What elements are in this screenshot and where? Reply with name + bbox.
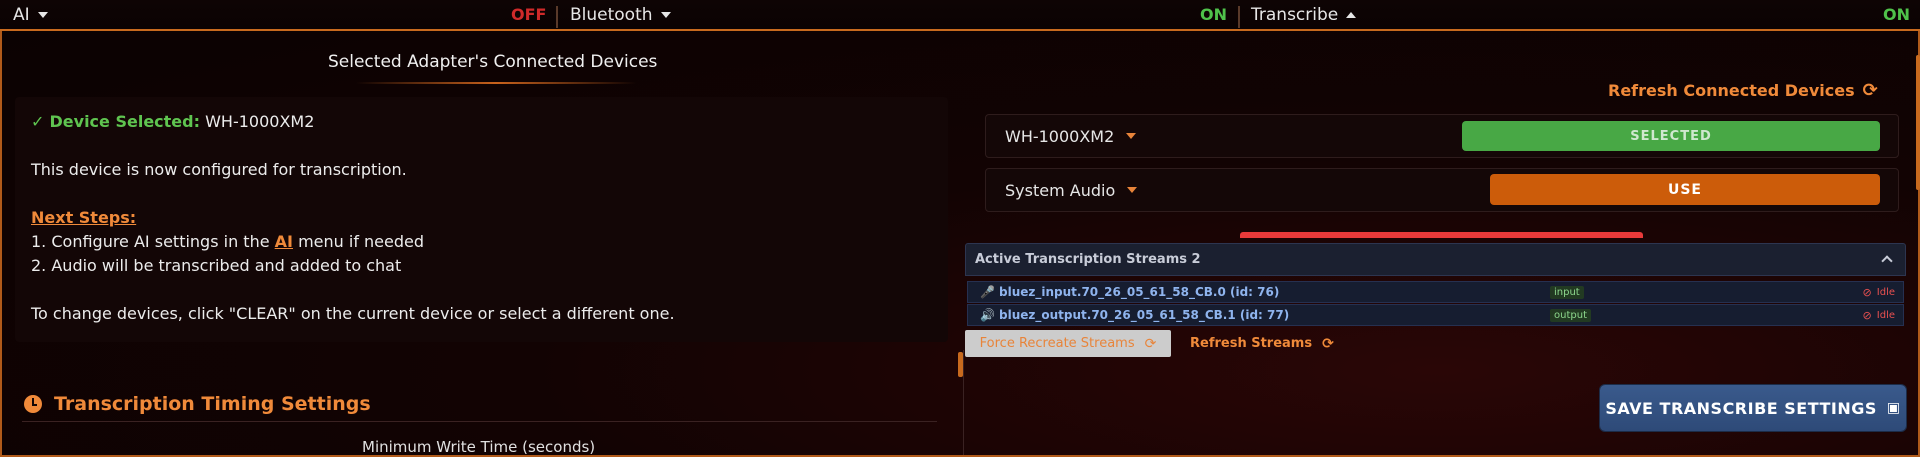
stream-row: 🔊 bluez_output.70_26_05_61_58_CB.1 (id: …	[967, 304, 1904, 326]
change-devices-text: To change devices, click "CLEAR" on the …	[31, 304, 675, 323]
chevron-down-icon	[660, 11, 671, 18]
device-selected-line: ✓ Device Selected: WH-1000XM2	[31, 112, 314, 131]
stream-status-label: Idle	[1876, 309, 1895, 321]
stream-name: bluez_input.70_26_05_61_58_CB.0 (id: 76)	[999, 285, 1280, 299]
idle-icon: ⊘	[1862, 285, 1872, 299]
ai-status: OFF	[511, 5, 547, 24]
refresh-devices-label: Refresh Connected Devices	[1608, 81, 1855, 100]
device-name: WH-1000XM2	[1005, 126, 1115, 146]
refresh-icon: ⟳	[1322, 335, 1334, 352]
device-row: WH-1000XM2 SELECTED	[985, 114, 1899, 158]
bluetooth-menu-label: Bluetooth	[570, 4, 653, 25]
stream-status: ⊘ Idle	[1863, 305, 1895, 325]
refresh-icon: ⟳	[1144, 335, 1157, 352]
chevron-down-icon	[1126, 133, 1137, 139]
force-recreate-streams-button[interactable]: Force Recreate Streams ⟳	[965, 330, 1171, 357]
idle-icon: ⊘	[1862, 308, 1872, 322]
save-label: SAVE TRANSCRIBE SETTINGS	[1605, 398, 1877, 418]
device-selected-value: WH-1000XM2	[205, 112, 315, 131]
chevron-up-icon	[1346, 11, 1357, 18]
microphone-icon: 🎤	[980, 285, 995, 299]
chevron-up-icon[interactable]	[1881, 255, 1893, 267]
transcribe-menu-toggle[interactable]: Transcribe	[1251, 0, 1357, 29]
timing-settings-header[interactable]: Transcription Timing Settings	[24, 393, 371, 415]
configured-text: This device is now configured for transc…	[31, 160, 407, 179]
stream-type-badge: output	[1550, 309, 1591, 322]
stream-status: ⊘ Idle	[1863, 282, 1895, 302]
stream-type-badge: input	[1550, 286, 1584, 299]
use-button[interactable]: USE	[1490, 174, 1880, 205]
device-dropdown[interactable]: System Audio	[1005, 169, 1138, 211]
force-recreate-label: Force Recreate Streams	[979, 336, 1135, 351]
clear-button-edge[interactable]	[1240, 232, 1643, 238]
save-icon: ▣	[1886, 400, 1901, 416]
speaker-icon: 🔊	[980, 308, 995, 322]
stream-status-label: Idle	[1876, 286, 1895, 298]
selected-button[interactable]: SELECTED	[1462, 121, 1880, 151]
divider	[22, 421, 937, 422]
device-selected-label: Device Selected:	[49, 112, 201, 131]
transcribe-menu-label: Transcribe	[1251, 4, 1339, 25]
refresh-streams-label: Refresh Streams	[1190, 336, 1313, 351]
ai-menu-link[interactable]: AI	[275, 232, 293, 251]
stream-row: 🎤 bluez_input.70_26_05_61_58_CB.0 (id: 7…	[967, 281, 1904, 303]
ai-menu-label: AI	[13, 4, 30, 25]
step-2: 2. Audio will be transcribed and added t…	[31, 256, 402, 275]
device-row: System Audio USE	[985, 168, 1899, 212]
refresh-connected-devices-button[interactable]: Refresh Connected Devices ⟳	[1608, 80, 1878, 101]
timing-settings-title: Transcription Timing Settings	[54, 393, 371, 415]
save-transcribe-settings-button[interactable]: SAVE TRANSCRIBE SETTINGS ▣	[1600, 385, 1906, 431]
divider	[1238, 6, 1240, 28]
step-1-prefix: 1. Configure AI settings in the	[31, 232, 275, 251]
chevron-down-icon	[37, 11, 48, 18]
section-title: Selected Adapter's Connected Devices	[328, 52, 658, 72]
scrollbar-thumb[interactable]	[958, 352, 963, 377]
active-streams-title: Active Transcription Streams 2	[975, 252, 1201, 267]
divider	[963, 350, 964, 455]
bluetooth-menu-toggle[interactable]: Bluetooth	[570, 0, 671, 29]
refresh-streams-button[interactable]: Refresh Streams ⟳	[1190, 330, 1334, 357]
device-dropdown[interactable]: WH-1000XM2	[1005, 115, 1137, 157]
divider	[556, 6, 558, 28]
chevron-down-icon	[1127, 187, 1138, 193]
next-steps-label: Next Steps:	[31, 208, 137, 227]
check-icon: ✓	[31, 112, 45, 131]
title-underline	[356, 82, 636, 84]
active-streams-header[interactable]: Active Transcription Streams 2	[965, 243, 1906, 276]
bluetooth-status: ON	[1200, 5, 1227, 24]
refresh-icon: ⟳	[1862, 80, 1878, 101]
device-name: System Audio	[1005, 180, 1116, 200]
min-write-time-label: Minimum Write Time (seconds)	[362, 438, 596, 456]
stream-name: bluez_output.70_26_05_61_58_CB.1 (id: 77…	[999, 308, 1290, 322]
transcribe-status: ON	[1883, 5, 1910, 24]
clock-icon	[24, 395, 42, 413]
scrollbar[interactable]	[1916, 55, 1920, 190]
ai-menu-toggle[interactable]: AI	[13, 0, 48, 29]
step-1: 1. Configure AI settings in the AI menu …	[31, 232, 424, 251]
step-1-suffix: menu if needed	[292, 232, 425, 251]
top-bar: AI OFF Bluetooth ON Transcribe ON	[0, 0, 1920, 31]
